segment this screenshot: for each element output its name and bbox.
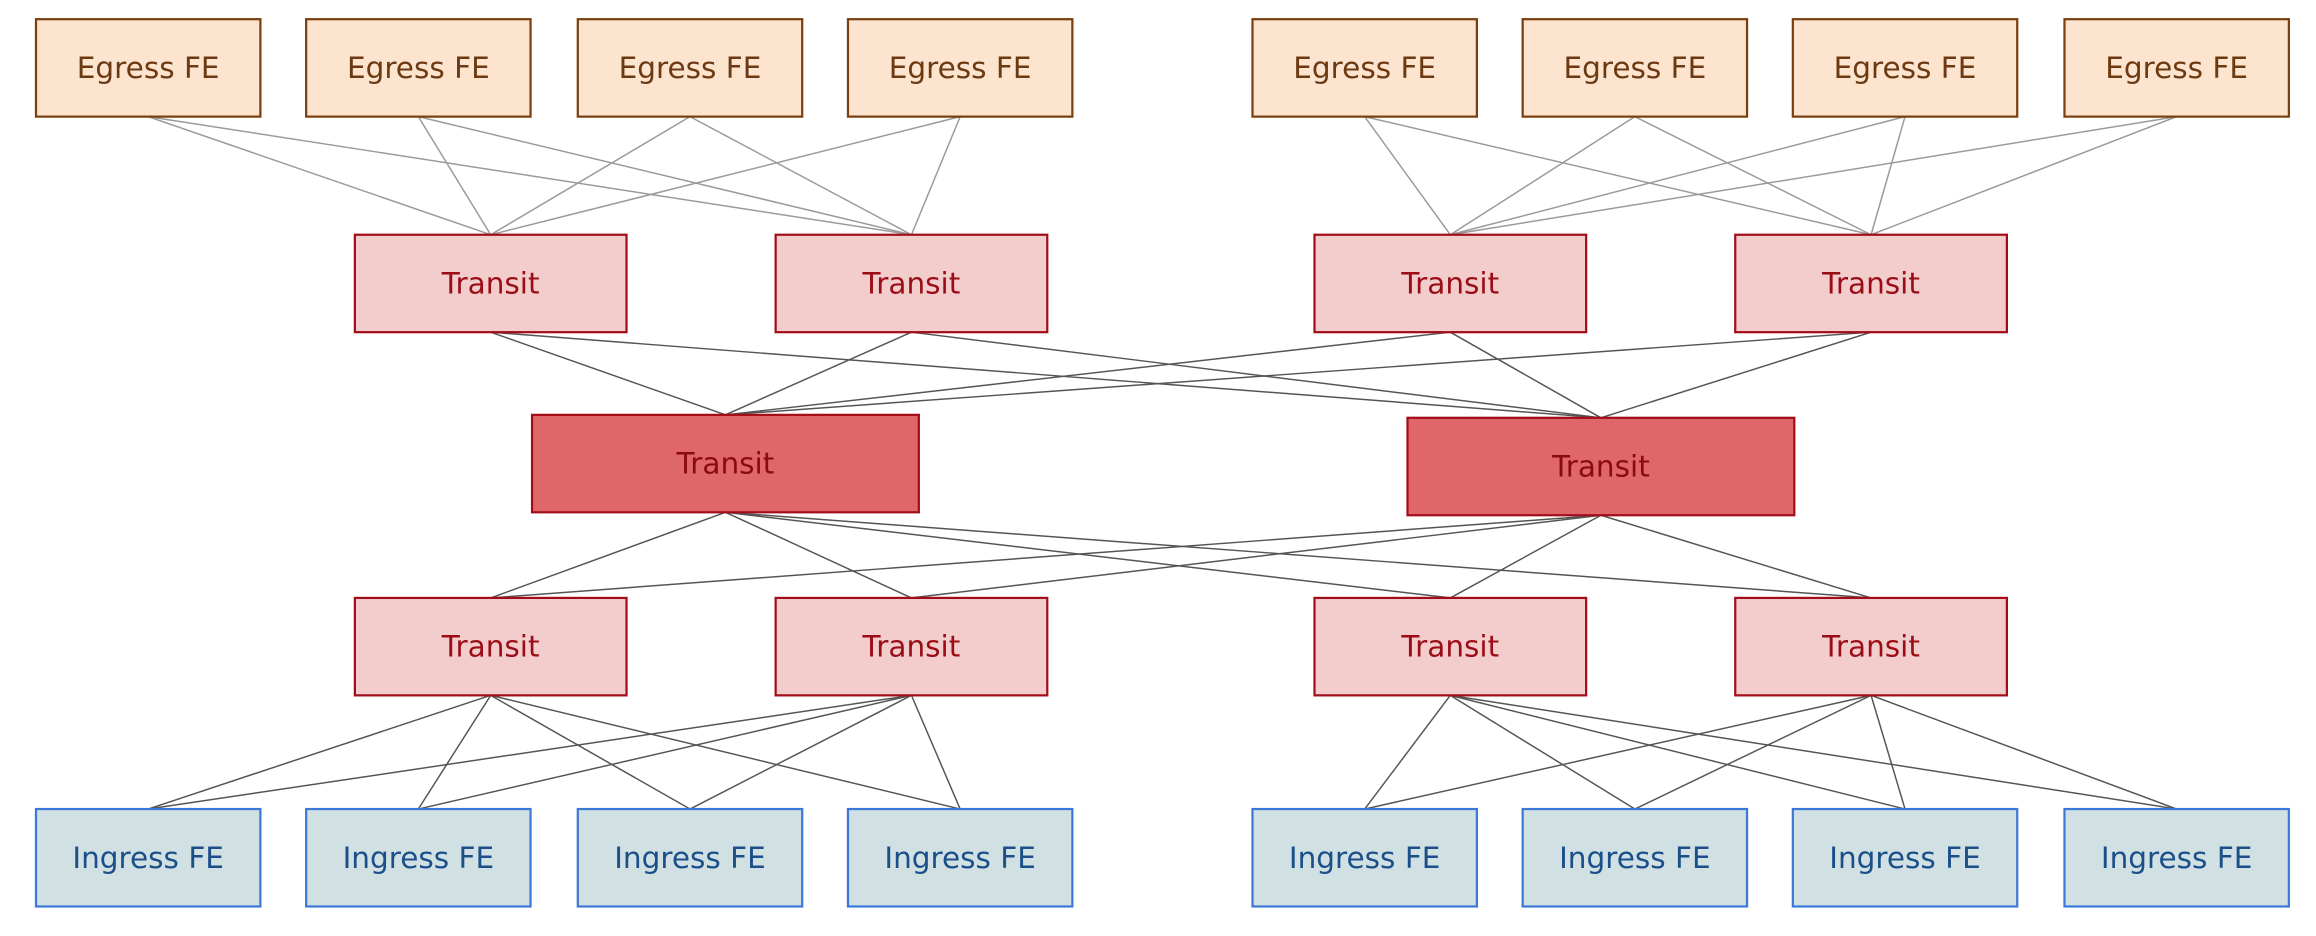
node-label: Transit [441,630,540,664]
node-label: Ingress FE [1559,841,1711,875]
transit-core-node: Transit [530,413,920,514]
ingress-node: Ingress FE [305,807,532,908]
node-label: Ingress FE [1289,841,1441,875]
node-label: Transit [1821,266,1920,300]
transit-upper-node: Transit [1734,233,2009,334]
connection-line [725,511,1872,599]
connection-line [490,694,961,810]
transit-upper-node: Transit [1313,233,1588,334]
connection-line [1449,514,1602,599]
connection-line [1449,694,1636,810]
node-label: Transit [441,266,540,300]
node-label: Egress FE [77,51,220,85]
egress-node: Egress FE [576,18,804,118]
connection-line [1870,694,2177,810]
connection-line [1600,331,1872,419]
connection-line [911,514,1601,599]
ingress-node: Ingress FE [34,807,262,908]
node-label: Egress FE [1563,51,1706,85]
node-label: Egress FE [1293,51,1436,85]
ingress-node: Ingress FE [576,807,804,908]
connection-line [490,331,1601,419]
node-label: Transit [1551,450,1650,484]
connection-line [1450,694,2177,810]
node-label: Egress FE [619,51,762,85]
transit-lower-node: Transit [1313,596,1588,697]
egress-node: Egress FE [2063,18,2290,118]
transit-lower-node: Transit [353,596,628,697]
connection-line [490,331,726,416]
connection-line [1870,116,1906,235]
node-label: Ingress FE [884,841,1036,875]
connection-line [490,511,726,599]
connection-line [418,115,912,236]
connection-line [911,331,1601,419]
connection-line [148,115,912,236]
connection-line [1364,694,1872,810]
connection-line [490,115,961,236]
egress-node: Egress FE [1791,18,2019,118]
connection-line [725,511,1451,599]
node-label: Egress FE [347,51,490,85]
node-label: Transit [862,266,961,300]
connection-line [1449,331,1602,419]
egress-node: Egress FE [34,18,262,118]
connection-line [725,511,912,599]
ingress-node: Ingress FE [1521,807,1749,908]
connection-line [148,694,912,810]
node-label: Ingress FE [1829,841,1981,875]
connection-line [1600,514,1872,599]
connection-line [417,116,492,236]
node-label: Transit [1400,266,1499,300]
node-label: Ingress FE [343,841,495,875]
ingress-node: Ingress FE [2063,807,2290,908]
connection-line [490,694,691,810]
ingress-node: Ingress FE [1791,807,2019,908]
connection-line [910,695,961,810]
connection-line [1450,115,2177,236]
node-label: Egress FE [2105,51,2248,85]
connection-line [1449,116,1636,236]
connection-line [418,694,912,810]
connection-line [147,115,491,236]
node-label: Ingress FE [2101,841,2253,875]
egress-node: Egress FE [846,18,1074,118]
node-label: Ingress FE [72,841,224,875]
connection-line [490,115,691,236]
connection-line [910,116,961,236]
connection-line [1870,695,1906,810]
transit-upper-node: Transit [774,233,1049,334]
node-label: Egress FE [889,51,1032,85]
node-label: Transit [1821,630,1920,664]
transit-upper-node: Transit [353,233,628,334]
network-topology-diagram: Egress FE Egress FE Egress FE Egress FE Egre… [34,18,2290,908]
ingress-node: Ingress FE [846,807,1074,908]
transit-lower-node: Transit [774,596,1049,697]
egress-node: Egress FE [1521,18,1749,118]
connection-line [1364,115,1872,236]
node-label: Ingress FE [614,841,766,875]
egress-node: Egress FE [305,18,532,118]
transit-core-node: Transit [1406,416,1796,517]
node-label: Transit [1400,630,1499,664]
connection-line [725,331,1872,416]
connection-line [147,694,491,810]
edges [147,115,2177,810]
connection-line [725,331,1451,416]
node-label: Egress FE [1834,51,1977,85]
connection-line [725,331,912,416]
connection-line [417,694,492,810]
connection-line [490,514,1601,599]
transit-lower-node: Transit [1734,596,2009,697]
connection-line [1870,115,2177,236]
node-label: Transit [862,630,961,664]
egress-node: Egress FE [1251,18,1478,118]
ingress-node: Ingress FE [1251,807,1478,908]
node-label: Transit [676,447,775,481]
